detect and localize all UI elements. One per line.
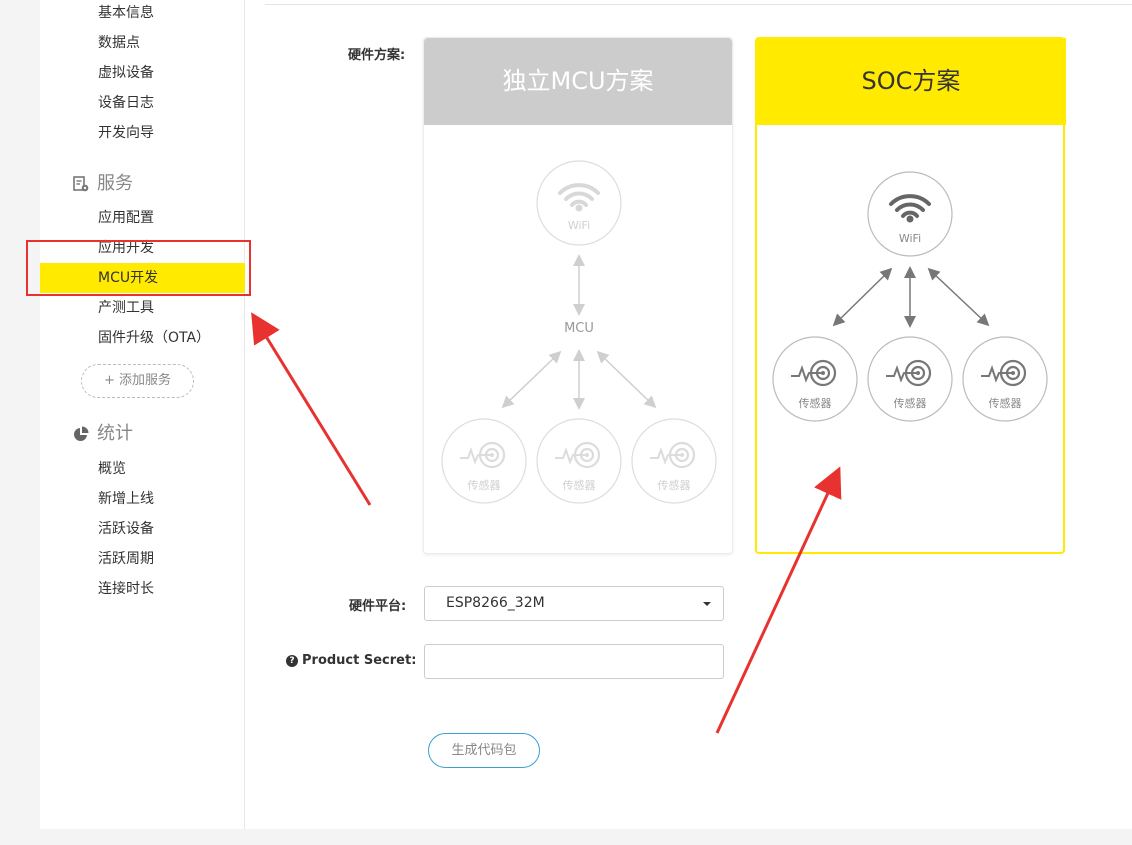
soc-sensor-node: 传感器 — [867, 336, 953, 422]
soc-wifi-node: WiFi — [867, 171, 953, 257]
mcu-node-label: MCU — [564, 321, 594, 336]
soc-scheme-card[interactable]: SOC方案 WiFi 传感器 传感器 传感器 — [755, 37, 1066, 554]
sidebar-item-test-tools[interactable]: 产测工具 — [98, 298, 154, 318]
generate-code-button[interactable]: 生成代码包 — [428, 733, 540, 768]
hardware-platform-value: ESP8266_32M — [446, 595, 545, 611]
sidebar-item-connect-duration[interactable]: 连接时长 — [98, 579, 154, 599]
add-service-button[interactable]: + 添加服务 — [81, 364, 194, 398]
mcu-sensor-node: 传感器 — [631, 418, 717, 504]
mcu-sensor-node: 传感器 — [441, 418, 527, 504]
soc-sensor-node: 传感器 — [772, 336, 858, 422]
services-icon — [72, 175, 90, 193]
stats-title: 统计 — [97, 423, 133, 444]
hardware-platform-select[interactable]: ESP8266_32M — [424, 586, 724, 621]
sidebar-item-active-devices[interactable]: 活跃设备 — [98, 519, 154, 539]
chevron-down-icon — [703, 602, 711, 606]
sidebar-section-services: 服务 — [72, 172, 133, 196]
pie-chart-icon — [72, 425, 90, 443]
sidebar-item-active-period[interactable]: 活跃周期 — [98, 549, 154, 569]
sidebar-item-new-online[interactable]: 新增上线 — [98, 489, 154, 509]
sidebar-item-basic-info[interactable]: 基本信息 — [98, 3, 154, 23]
soc-sensor-node: 传感器 — [962, 336, 1048, 422]
sidebar-item-virtual-device[interactable]: 虚拟设备 — [98, 63, 154, 83]
mcu-sensor-label: 传感器 — [658, 479, 691, 492]
sidebar-item-device-log[interactable]: 设备日志 — [98, 93, 154, 113]
mcu-scheme-card[interactable]: 独立MCU方案 WiFi MCU 传感器 传感器 传感器 — [423, 37, 733, 554]
mcu-sensor-arrow-right — [596, 350, 657, 409]
product-secret-input[interactable] — [424, 644, 724, 679]
mcu-diagram: WiFi MCU 传感器 传感器 传感器 — [441, 160, 717, 504]
soc-sensor-label: 传感器 — [989, 397, 1022, 410]
sidebar-item-dev-guide[interactable]: 开发向导 — [98, 123, 154, 143]
hardware-scheme-label: 硬件方案: — [348, 48, 406, 63]
mcu-wifi-node: WiFi — [536, 160, 622, 246]
mcu-sensor-label: 传感器 — [563, 479, 596, 492]
sidebar-item-datapoints[interactable]: 数据点 — [98, 33, 140, 53]
soc-sensor-label: 传感器 — [799, 397, 832, 410]
product-secret-label: Product Secret: — [302, 653, 417, 668]
sidebar: 基本信息 数据点 虚拟设备 设备日志 开发向导 服务 应用配置 应用开发 MCU… — [40, 0, 245, 829]
sidebar-item-app-config[interactable]: 应用配置 — [98, 208, 154, 228]
product-secret-label-row: ? Product Secret: — [286, 653, 416, 668]
soc-sensor-arrow-right — [927, 267, 990, 327]
soc-diagram: WiFi 传感器 传感器 传感器 — [772, 171, 1048, 422]
soc-sensor-label: 传感器 — [894, 397, 927, 410]
services-title: 服务 — [97, 173, 133, 194]
help-icon[interactable]: ? — [286, 654, 298, 667]
soc-wifi-label: WiFi — [899, 232, 921, 245]
sidebar-section-stats: 统计 — [72, 422, 133, 446]
sidebar-item-ota[interactable]: 固件升级（OTA） — [98, 328, 210, 348]
mcu-sensor-node: 传感器 — [536, 418, 622, 504]
mcu-wifi-label: WiFi — [568, 219, 590, 232]
mcu-sensor-arrow-left — [501, 350, 562, 409]
soc-sensor-arrow-left — [832, 267, 893, 327]
mcu-sensor-label: 传感器 — [468, 479, 501, 492]
top-divider — [265, 4, 1132, 5]
hardware-platform-label: 硬件平台: — [349, 599, 407, 614]
annotation-highlight-box — [26, 240, 251, 296]
sidebar-item-overview[interactable]: 概览 — [98, 459, 126, 479]
